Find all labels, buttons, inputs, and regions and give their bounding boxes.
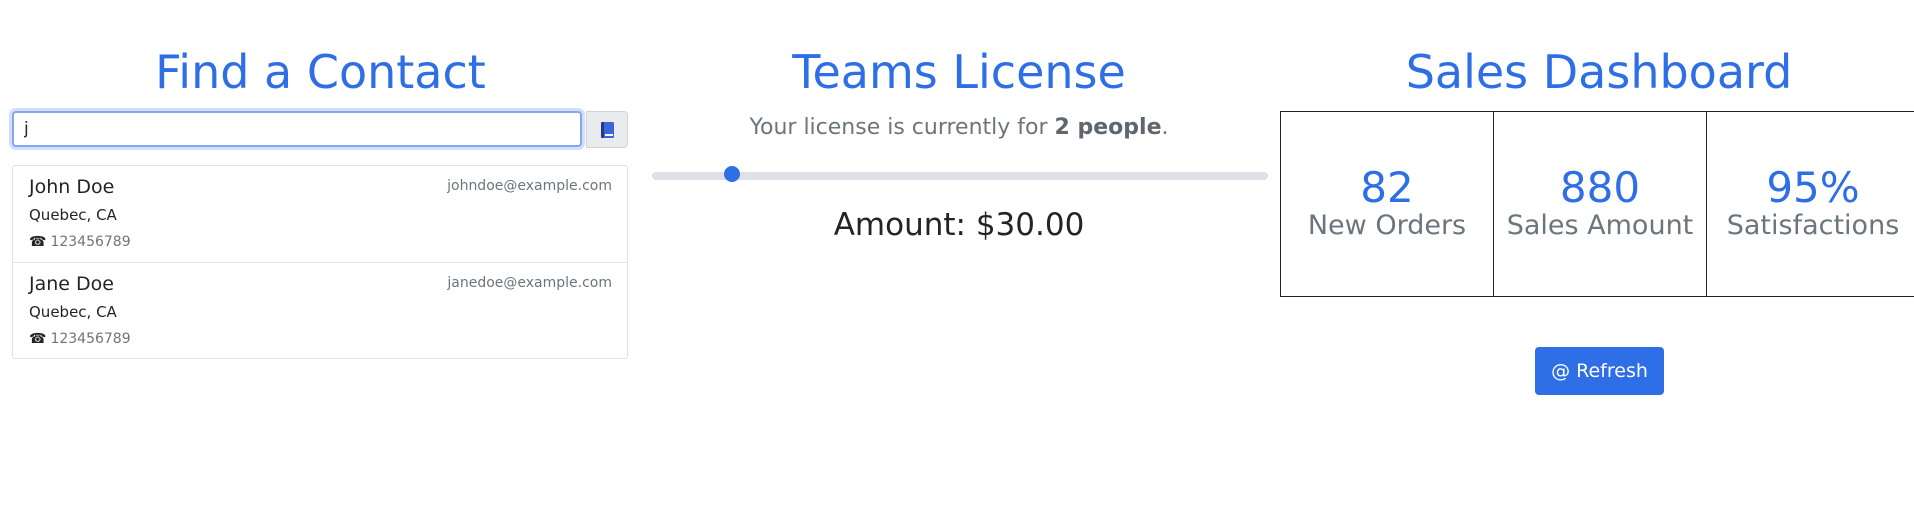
- contact-email: johndoe@example.com: [447, 178, 612, 194]
- stat-card-new-orders: 82 New Orders: [1280, 112, 1493, 296]
- stat-value: 880: [1559, 163, 1641, 212]
- address-book-icon: [600, 121, 614, 138]
- license-slider-thumb[interactable]: [724, 166, 740, 182]
- contact-email: janedoe@example.com: [447, 275, 612, 291]
- contact-item[interactable]: John Doe johndoe@example.com Quebec, CA …: [13, 166, 627, 262]
- contact-phone: ☎ 123456789: [29, 331, 131, 347]
- license-amount: Amount: $30.00: [833, 207, 1085, 243]
- phone-icon: ☎: [29, 234, 47, 250]
- license-people-count: 2 people: [1054, 115, 1162, 140]
- contact-city: Quebec, CA: [29, 206, 117, 224]
- address-book-button[interactable]: [586, 111, 628, 148]
- phone-icon: ☎: [29, 331, 47, 347]
- stat-card-satisfactions: 95% Satisfactions: [1706, 112, 1914, 296]
- license-text-suffix: .: [1161, 115, 1169, 140]
- stat-value: 95%: [1766, 163, 1860, 212]
- contacts-title: Find a Contact: [155, 45, 486, 99]
- stat-label: New Orders: [1307, 210, 1467, 241]
- stat-label: Satisfactions: [1726, 210, 1900, 241]
- contact-city: Quebec, CA: [29, 303, 117, 321]
- contact-item[interactable]: Jane Doe janedoe@example.com Quebec, CA …: [13, 262, 627, 358]
- stat-label: Sales Amount: [1506, 210, 1694, 241]
- contact-name: Jane Doe: [29, 273, 114, 295]
- contact-phone: ☎ 123456789: [29, 234, 131, 250]
- license-description: Your license is currently for 2 people.: [651, 115, 1267, 140]
- stats-row: 82 New Orders 880 Sales Amount 95% Satis…: [1280, 111, 1914, 297]
- refresh-button[interactable]: @ Refresh: [1535, 347, 1664, 395]
- contact-phone-number: 123456789: [50, 331, 131, 347]
- contact-search-input[interactable]: [12, 111, 582, 147]
- license-text-prefix: Your license is currently for: [749, 115, 1055, 140]
- contact-list: John Doe johndoe@example.com Quebec, CA …: [12, 165, 628, 359]
- license-slider-track[interactable]: [652, 172, 1268, 180]
- stat-card-sales-amount: 880 Sales Amount: [1493, 112, 1706, 296]
- license-title: Teams License: [792, 45, 1126, 99]
- stat-value: 82: [1360, 163, 1414, 212]
- dashboard-title: Sales Dashboard: [1405, 45, 1793, 99]
- contact-phone-number: 123456789: [50, 234, 131, 250]
- contact-name: John Doe: [29, 176, 115, 198]
